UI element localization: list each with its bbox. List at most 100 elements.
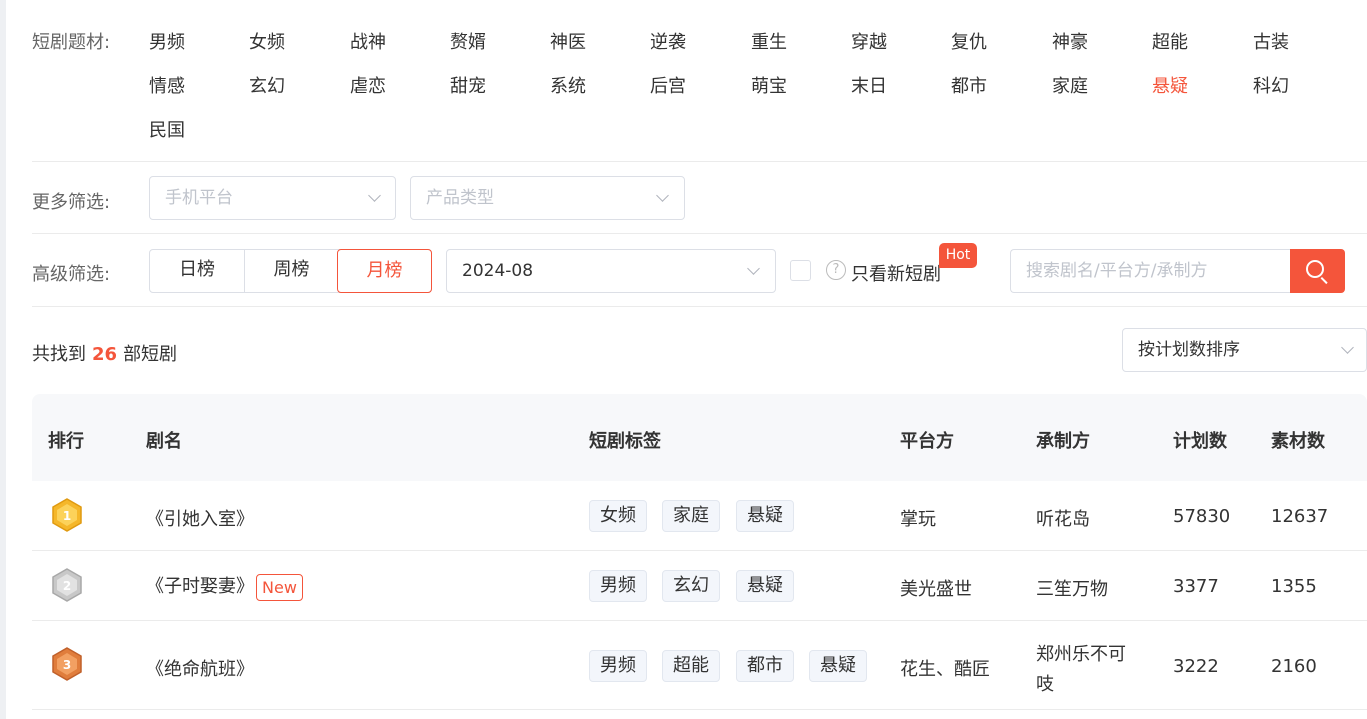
drama-name-link[interactable]: 《子时娶妻》 New [146,572,303,601]
col-producer: 承制方 [1036,431,1090,452]
platform-value: 花生、酷匠 [900,659,990,680]
platform-value: 掌玩 [900,509,936,530]
col-tags: 短剧标签 [589,431,661,452]
rank-period-tabs: 日榜 周榜 月榜 [149,249,432,293]
drama-tag: 家庭 [662,500,720,532]
divider [32,161,1367,162]
materials-value: 1355 [1271,576,1317,597]
svg-text:3: 3 [63,658,71,672]
only-new-checkbox[interactable] [790,260,811,281]
drama-name-link[interactable]: 《绝命航班》 [146,655,254,681]
genre-option[interactable]: 都市 [951,72,987,98]
col-rank: 排行 [48,431,84,452]
tab-weekly[interactable]: 周榜 [244,249,338,293]
gold-medal-icon: 1 [50,498,84,534]
new-badge: New [256,573,303,601]
producer-value: 听花岛 [1036,509,1090,530]
chevron-down-icon [1341,341,1354,354]
divider [32,233,1367,234]
genre-option[interactable]: 神豪 [1052,28,1088,54]
search-input[interactable] [1011,250,1292,292]
only-new-label[interactable]: 只看新短剧 [851,260,941,286]
genre-option[interactable]: 女频 [249,28,285,54]
genre-option[interactable]: 重生 [751,28,787,54]
drama-tag: 悬疑 [736,570,794,602]
plans-value: 3377 [1173,576,1219,597]
col-materials[interactable]: 素材数 [1271,427,1325,453]
product-type-select[interactable]: 产品类型 [410,176,685,220]
result-count-number: 26 [92,344,118,365]
producer-value: 郑州乐不可 [1036,644,1126,665]
ranking-page: 短剧题材: 男频 女频 战神 赘婿 神医 逆袭 重生 穿越 复仇 神豪 超能 古… [6,0,1367,719]
platform-select[interactable]: 手机平台 [149,176,396,220]
product-type-select-placeholder: 产品类型 [426,188,494,208]
materials-value: 2160 [1271,656,1317,677]
genre-option[interactable]: 超能 [1152,28,1188,54]
table-header: 排行 剧名 短剧标签 平台方 承制方 计划数 素材数 [32,394,1367,481]
drama-tag: 男频 [589,570,647,602]
sort-select[interactable]: 按计划数排序 [1122,328,1367,372]
col-name: 剧名 [146,431,182,452]
genre-option[interactable]: 战神 [350,28,386,54]
genre-option[interactable]: 男频 [149,28,185,54]
month-picker-value: 2024-08 [462,261,534,281]
drama-tag: 悬疑 [809,650,867,682]
plans-value: 57830 [1173,506,1231,527]
genre-option[interactable]: 科幻 [1253,72,1289,98]
platform-select-placeholder: 手机平台 [165,188,233,208]
hot-badge: Hot [939,243,977,268]
table-row[interactable]: 3 《绝命航班》 男频 超能 都市 悬疑 花生、酷匠 郑州乐不可 吱 3222 … [32,621,1367,710]
plans-value: 3222 [1173,656,1219,677]
chevron-down-icon [747,262,760,275]
genre-option[interactable]: 玄幻 [249,72,285,98]
chevron-down-icon [656,189,669,202]
genre-option[interactable]: 复仇 [951,28,987,54]
svg-text:1: 1 [63,509,71,523]
search-box [1010,249,1292,293]
divider [32,306,1367,307]
genre-option[interactable]: 萌宝 [751,72,787,98]
drama-tag: 超能 [662,650,720,682]
bronze-medal-icon: 3 [50,647,84,683]
search-icon [1306,260,1324,278]
svg-text:2: 2 [63,579,71,593]
platform-value: 美光盛世 [900,579,972,600]
tab-daily[interactable]: 日榜 [150,249,244,293]
more-filter-label: 更多筛选: [32,192,111,213]
genre-option[interactable]: 情感 [149,72,185,98]
genre-option[interactable]: 赘婿 [450,28,486,54]
producer-value-wrap: 吱 [1036,674,1054,695]
genre-option[interactable]: 后宫 [650,72,686,98]
genre-option[interactable]: 逆袭 [650,28,686,54]
genre-option[interactable]: 虐恋 [350,72,386,98]
genre-option[interactable]: 穿越 [851,28,887,54]
genre-option[interactable]: 神医 [550,28,586,54]
table-row[interactable]: 1 《引她入室》 女频 家庭 悬疑 掌玩 听花岛 57830 12637 [32,481,1367,551]
drama-tag: 悬疑 [736,500,794,532]
genre-filter-label: 短剧题材: [32,32,111,53]
table-row[interactable]: 2 《子时娶妻》 New 男频 玄幻 悬疑 美光盛世 三笙万物 3377 1355 [32,551,1367,621]
genre-option[interactable]: 系统 [550,72,586,98]
genre-option-active[interactable]: 悬疑 [1152,72,1188,98]
genre-option[interactable]: 民国 [149,116,185,142]
advanced-filter-label: 高级筛选: [32,264,111,285]
col-platform: 平台方 [900,431,954,452]
genre-option[interactable]: 甜宠 [450,72,486,98]
tab-monthly[interactable]: 月榜 [337,249,432,293]
month-picker[interactable]: 2024-08 [446,249,776,293]
chevron-down-icon [368,189,381,202]
col-plans[interactable]: 计划数 [1173,427,1227,453]
search-button[interactable] [1290,249,1345,293]
result-count: 共找到 26 部短剧 [32,344,178,365]
genre-option[interactable]: 古装 [1253,28,1289,54]
drama-tag: 男频 [589,650,647,682]
genre-option[interactable]: 末日 [851,72,887,98]
genre-option[interactable]: 家庭 [1052,72,1088,98]
drama-tag: 玄幻 [662,570,720,602]
help-icon[interactable]: ? [826,260,846,280]
producer-value: 三笙万物 [1036,579,1108,600]
silver-medal-icon: 2 [50,568,84,604]
drama-name-link[interactable]: 《引她入室》 [146,505,254,531]
materials-value: 12637 [1271,506,1329,527]
drama-tag: 女频 [589,500,647,532]
